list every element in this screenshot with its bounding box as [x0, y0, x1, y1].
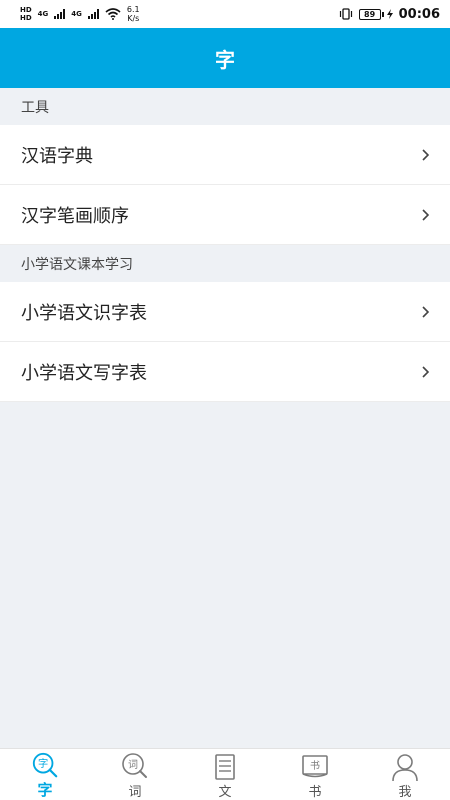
chevron-right-icon	[422, 208, 430, 221]
signal-icon	[54, 9, 66, 19]
app-header: 字	[0, 28, 450, 88]
net-speed-unit: K/s	[127, 14, 140, 23]
section-header-tools: 工具	[0, 88, 450, 125]
battery-level: 89	[364, 9, 376, 19]
status-left: HD HD 4G 4G 6.1 K/s	[20, 5, 140, 23]
network-type-2: 4G	[71, 10, 82, 18]
chevron-right-icon	[422, 365, 430, 378]
chevron-right-icon	[422, 148, 430, 161]
list-item-recognition-table[interactable]: 小学语文识字表	[0, 282, 450, 342]
nav-tab-shu[interactable]: 书 书	[270, 749, 360, 800]
user-icon	[392, 754, 418, 782]
charging-icon	[386, 9, 393, 19]
bottom-nav: 字 字 词 词 文 书 书 我	[0, 748, 450, 800]
list-item-label: 汉语字典	[21, 145, 93, 167]
list-item-chinese-dictionary[interactable]: 汉语字典	[0, 125, 450, 185]
section-header-textbook: 小学语文课本学习	[0, 245, 450, 282]
nav-tab-wen[interactable]: 文	[180, 749, 270, 800]
page-title: 字	[215, 47, 235, 72]
chevron-right-icon	[422, 305, 430, 318]
nav-label-wo: 我	[398, 785, 412, 800]
nav-tab-wo[interactable]: 我	[360, 749, 450, 800]
hd-label-1: HD	[20, 6, 32, 14]
nav-tab-ci[interactable]: 词 词	[90, 749, 180, 800]
ci-search-icon: 词	[122, 753, 147, 778]
network-type-1: 4G	[37, 10, 49, 18]
list-item-label: 小学语文识字表	[21, 302, 147, 324]
hd-label-2: HD	[20, 14, 32, 22]
list-item-writing-table[interactable]: 小学语文写字表	[0, 342, 450, 402]
list-item-label: 小学语文写字表	[21, 362, 147, 384]
status-right: 89 00:06	[339, 7, 440, 22]
battery-icon: 89	[358, 8, 384, 20]
nav-label-zi: 字	[37, 781, 53, 799]
nav-label-shu: 书	[308, 785, 322, 800]
nav-label-wen: 文	[218, 785, 232, 800]
nav-tab-zi[interactable]: 字 字	[0, 749, 90, 800]
vibrate-icon	[339, 8, 352, 20]
svg-text:字: 字	[38, 757, 48, 770]
document-icon	[215, 754, 235, 780]
wifi-icon	[105, 8, 121, 20]
list-item-label: 汉字笔画顺序	[21, 205, 129, 227]
net-speed-value: 6.1	[126, 5, 140, 14]
nav-label-ci: 词	[128, 785, 142, 800]
net-speed: 6.1 K/s	[127, 5, 140, 23]
list-item-stroke-order[interactable]: 汉字笔画顺序	[0, 185, 450, 245]
signal-icon-2	[87, 9, 99, 19]
status-bar: HD HD 4G 4G 6.1 K/s 89 00:06	[0, 0, 450, 28]
zi-search-icon: 字	[32, 752, 58, 778]
clock: 00:06	[398, 6, 440, 22]
book-icon: 书	[302, 755, 328, 778]
svg-text:词: 词	[128, 759, 138, 771]
svg-text:书: 书	[310, 760, 320, 772]
hd-indicator: HD HD	[20, 6, 32, 22]
